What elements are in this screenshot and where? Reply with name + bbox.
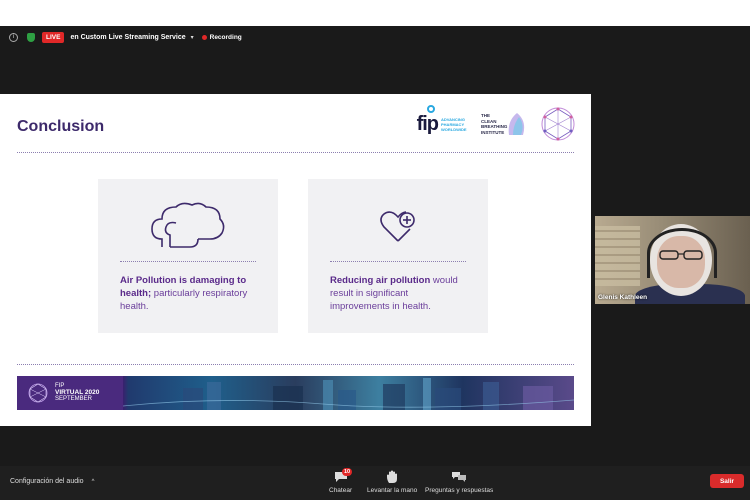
top-status-bar: i LIVE en Custom Live Streaming Service … (0, 28, 250, 46)
audio-settings-button[interactable]: Configuración del audio ^ (10, 478, 94, 485)
chat-count-badge: 10 (342, 468, 353, 476)
recording-label: Recording (209, 33, 242, 41)
footer-divider (17, 364, 574, 365)
fip-logo: fip ADVANCING PHARMACY WORLDWIDE (417, 104, 471, 136)
clean-breathing-institute-logo: THE CLEAN BREATHING INSTITUTE (481, 111, 527, 137)
raise-hand-button[interactable]: Levantar la mano (367, 470, 417, 494)
conclusion-card-reducing-pollution: Reducing air pollution would result in s… (308, 179, 488, 333)
shared-slide: Conclusion fip ADVANCING PHARMACY WORLDW… (0, 94, 591, 426)
slide-logos: fip ADVANCING PHARMACY WORLDWIDE THE CLE… (417, 104, 577, 144)
window-top-strip (0, 0, 750, 26)
streaming-service-dropdown[interactable]: en Custom Live Streaming Service (70, 34, 185, 41)
card-divider (330, 261, 466, 262)
card-text: Air Pollution is damaging to health; par… (120, 275, 248, 312)
qa-button[interactable]: Preguntas y respuestas (425, 470, 493, 494)
card-divider (120, 261, 256, 262)
heart-plus-icon (380, 211, 415, 242)
shield-icon[interactable] (27, 32, 35, 42)
chevron-down-icon[interactable]: ▾ (191, 34, 194, 41)
qa-icon (452, 472, 467, 482)
fip-virtual-banner: FIP VIRTUAL 2020 SEPTEMBER (17, 376, 574, 410)
chevron-up-icon[interactable]: ^ (92, 479, 95, 485)
network-globe-icon (541, 107, 575, 141)
banner-logo-block: FIP VIRTUAL 2020 SEPTEMBER (17, 376, 123, 410)
banner-text: FIP VIRTUAL 2020 SEPTEMBER (55, 383, 100, 403)
bottom-toolbar: Configuración del audio ^ 10 Chatear Leva… (0, 466, 750, 500)
network-globe-icon (28, 383, 48, 403)
chat-button[interactable]: 10 Chatear (329, 468, 353, 494)
title-divider (17, 152, 574, 153)
city-skyline-image (123, 378, 574, 410)
leave-button[interactable]: Salir (710, 474, 744, 488)
card-text: Reducing air pollution would result in s… (330, 275, 458, 312)
info-icon[interactable]: i (9, 32, 18, 42)
hand-icon (387, 470, 398, 483)
live-badge: LIVE (42, 31, 65, 43)
slide-title: Conclusion (17, 118, 105, 135)
cloud-icon (151, 202, 225, 248)
participant-video[interactable]: Glenis Kathleen (595, 216, 750, 304)
recording-dot-icon (201, 34, 207, 40)
conclusion-card-air-pollution: Air Pollution is damaging to health; par… (98, 179, 278, 333)
participant-name: Glenis Kathleen (598, 294, 648, 301)
